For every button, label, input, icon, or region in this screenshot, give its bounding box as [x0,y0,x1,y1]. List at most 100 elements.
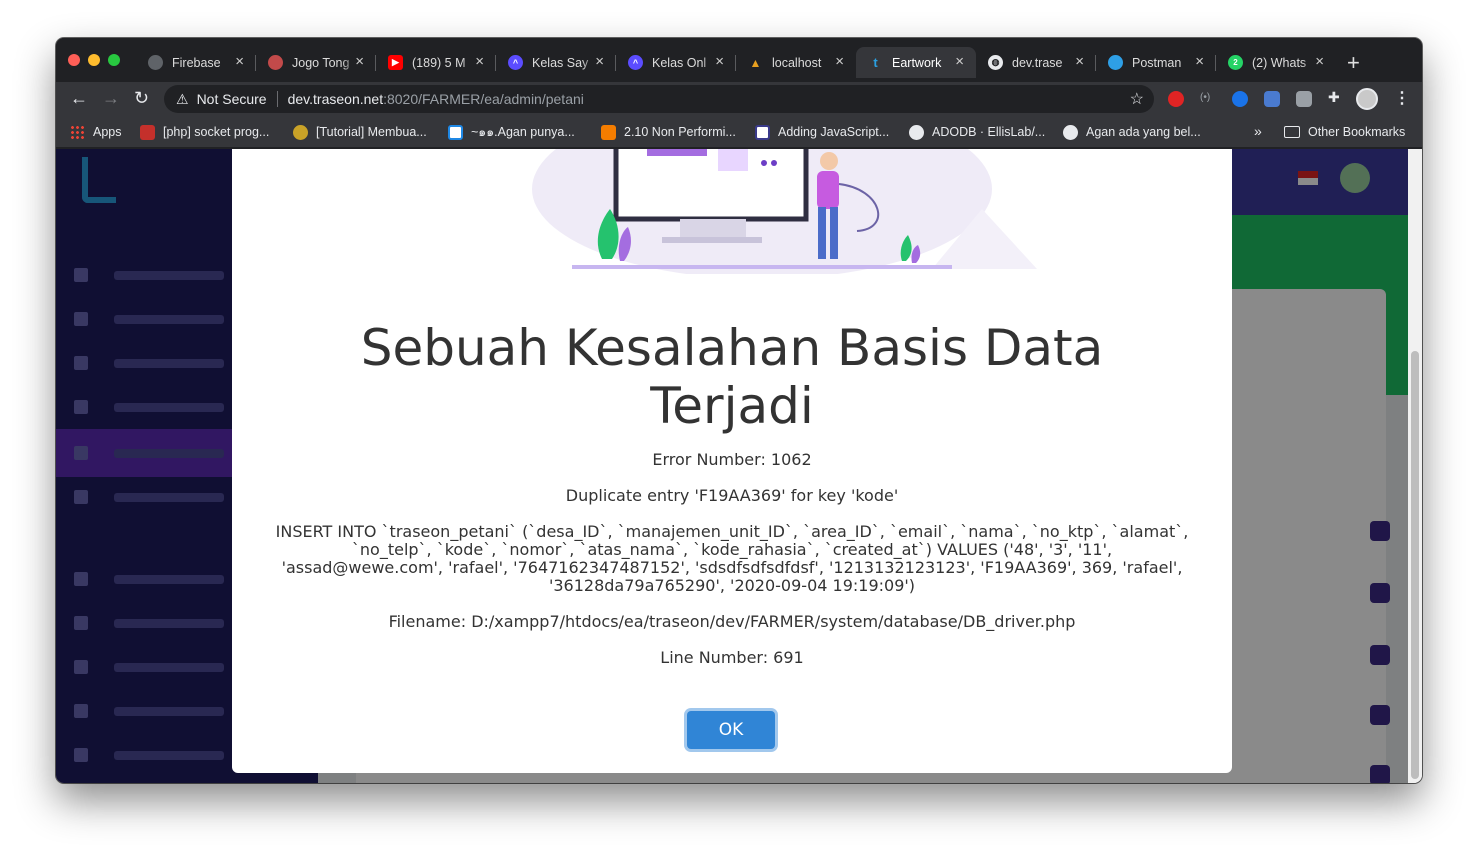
tab-title: localhost [772,55,822,70]
close-tab-icon[interactable]: × [1075,53,1084,70]
bookmark-star-icon[interactable]: ☆ [1130,89,1144,109]
bookmark-tutorial[interactable]: [Tutorial] Membua... [293,123,427,141]
bookmark-label: Other Bookmarks [1308,125,1406,139]
globe-extension-icon[interactable] [1232,91,1248,107]
back-arrow-icon[interactable]: ← [70,88,88,109]
tab-title: Postman [1132,55,1182,70]
codeigniter-icon: ▲ [749,55,762,70]
bookmark-label: Adding JavaScript... [778,125,890,139]
firebase-icon [148,55,163,70]
bookmark-agan-ada[interactable]: Agan ada yang bel... [1063,123,1201,141]
url-host: dev.traseon.net [287,91,384,107]
maximize-window-button[interactable] [108,54,120,66]
more-bookmarks-chevron-icon[interactable]: » [1254,123,1262,139]
address-bar[interactable]: ⚠ Not Secure dev.traseon.net :8020/FARME… [164,85,1154,113]
forward-arrow-icon[interactable]: → [102,88,120,109]
error-message: Duplicate entry 'F19AA369' for key 'kode… [565,486,899,505]
blogger-icon [601,124,616,140]
bookmark-label: ~๑๑.Agan punya... [471,125,575,139]
bookmark-label: [php] socket prog... [163,125,270,139]
other-bookmarks[interactable]: Other Bookmarks [1284,123,1405,141]
reload-icon[interactable]: ↻ [134,88,149,109]
new-tab-button[interactable]: + [1347,50,1360,76]
tab-whatsapp[interactable]: 2 (2) Whats × [1216,47,1336,78]
adblock-extension-icon[interactable] [1168,91,1184,107]
security-label[interactable]: Not Secure [197,91,267,107]
puzzle-extensions-icon[interactable]: ✚ [1328,89,1344,105]
youtube-icon: ▶ [388,55,403,70]
error-modal: Sebuah Kesalahan Basis Data Terjadi Erro… [232,149,1232,773]
bookmark-label: Apps [93,125,122,139]
browser-window: Firebase × Jogo Tong × ▶ (189) 5 M × ^ K… [56,38,1422,783]
tab-youtube[interactable]: ▶ (189) 5 M × [376,47,496,78]
tab-eartwork[interactable]: t Eartwork × [856,47,976,78]
tab-title: Eartwork [892,55,942,70]
tab-jogo-tonggo[interactable]: Jogo Tong × [256,47,376,78]
tab-firebase[interactable]: Firebase × [136,47,256,78]
tab-kelas-saya[interactable]: ^ Kelas Say × [496,47,616,78]
ok-button[interactable]: OK [687,711,775,749]
tab-title: Firebase [172,55,221,70]
globe-icon [1063,124,1078,140]
tab-dev-traseon[interactable]: ◍ dev.trase × [976,47,1096,78]
error-details: Error Number: 1062 Duplicate entry 'F19A… [272,451,1192,685]
sql-query: INSERT INTO `traseon_petani` (`desa_ID`,… [275,522,1189,595]
wave-extension-icon[interactable]: (•) [1200,92,1216,108]
error-line-number: Line Number: 691 [660,648,804,667]
bookmark-label: 2.10 Non Performi... [624,125,736,139]
close-tab-icon[interactable]: × [835,53,844,70]
bookmark-non-performing[interactable]: 2.10 Non Performi... [601,123,736,141]
bookmark-agan-punya[interactable]: ~๑๑.Agan punya... [448,123,575,141]
bookmark-label: Agan ada yang bel... [1086,125,1201,139]
eartwork-icon: t [873,55,878,70]
close-tab-icon[interactable]: × [355,53,364,70]
more-menu-icon[interactable]: ⋮ [1394,88,1410,108]
address-divider [276,91,278,107]
bookmark-red-icon [140,124,155,140]
minimize-window-button[interactable] [88,54,100,66]
bookmark-adodb[interactable]: ADODB · EllisLab/... [909,123,1045,141]
close-tab-icon[interactable]: × [955,53,964,70]
apps-grid-icon [70,125,84,139]
tab-kelas-online[interactable]: ^ Kelas Onl × [616,47,736,78]
profile-avatar[interactable] [1356,88,1378,110]
url-path: :8020/FARMER/ea/admin/petani [383,91,584,107]
modal-title: Sebuah Kesalahan Basis Data Terjadi [360,319,1104,435]
tab-title: Kelas Say [532,55,589,70]
error-number: Error Number: 1062 [652,450,812,469]
close-tab-icon[interactable]: × [715,53,724,70]
close-tab-icon[interactable]: × [235,53,244,70]
error-filename: Filename: D:/xampp7/htdocs/ea/traseon/de… [388,612,1076,631]
scrollbar-thumb[interactable] [1411,351,1419,779]
garuda-icon [293,124,308,140]
error-illustration [532,149,1037,274]
tab-title: Jogo Tong [292,55,350,70]
close-tab-icon[interactable]: × [1195,53,1204,70]
copy-extension-icon[interactable] [1296,91,1312,107]
tab-title: dev.trase [1012,55,1063,70]
folder-icon [1284,126,1300,138]
kelas-icon: ^ [508,55,523,70]
bookmark-adding-javascript[interactable]: Adding JavaScript... [755,123,889,141]
warning-triangle-icon[interactable]: ⚠ [176,91,189,108]
bookmark-socket-prog[interactable]: [php] socket prog... [140,123,269,141]
tab-postman[interactable]: Postman × [1096,47,1216,78]
tab-localhost[interactable]: ▲ localhost × [736,47,856,78]
globe-icon: ◍ [988,55,1003,70]
page-viewport: Sebuah Kesalahan Basis Data Terjadi Erro… [56,149,1422,783]
postman-icon [1108,55,1123,70]
bookmark-label: [Tutorial] Membua... [316,125,427,139]
close-tab-icon[interactable]: × [1315,53,1324,70]
jogo-tonggo-icon [268,55,283,70]
close-window-button[interactable] [68,54,80,66]
close-tab-icon[interactable]: × [595,53,604,70]
tab-title: Kelas Onl [652,55,707,70]
codeigniter-doc-icon [755,124,770,140]
close-tab-icon[interactable]: × [475,53,484,70]
vpn-extension-icon[interactable] [1264,91,1280,107]
bookmark-label: ADODB · EllisLab/... [932,125,1046,139]
kelas-icon: ^ [628,55,643,70]
bookmark-apps[interactable]: Apps [70,123,122,141]
github-icon [909,124,924,140]
tab-title: (189) 5 M [412,55,466,70]
